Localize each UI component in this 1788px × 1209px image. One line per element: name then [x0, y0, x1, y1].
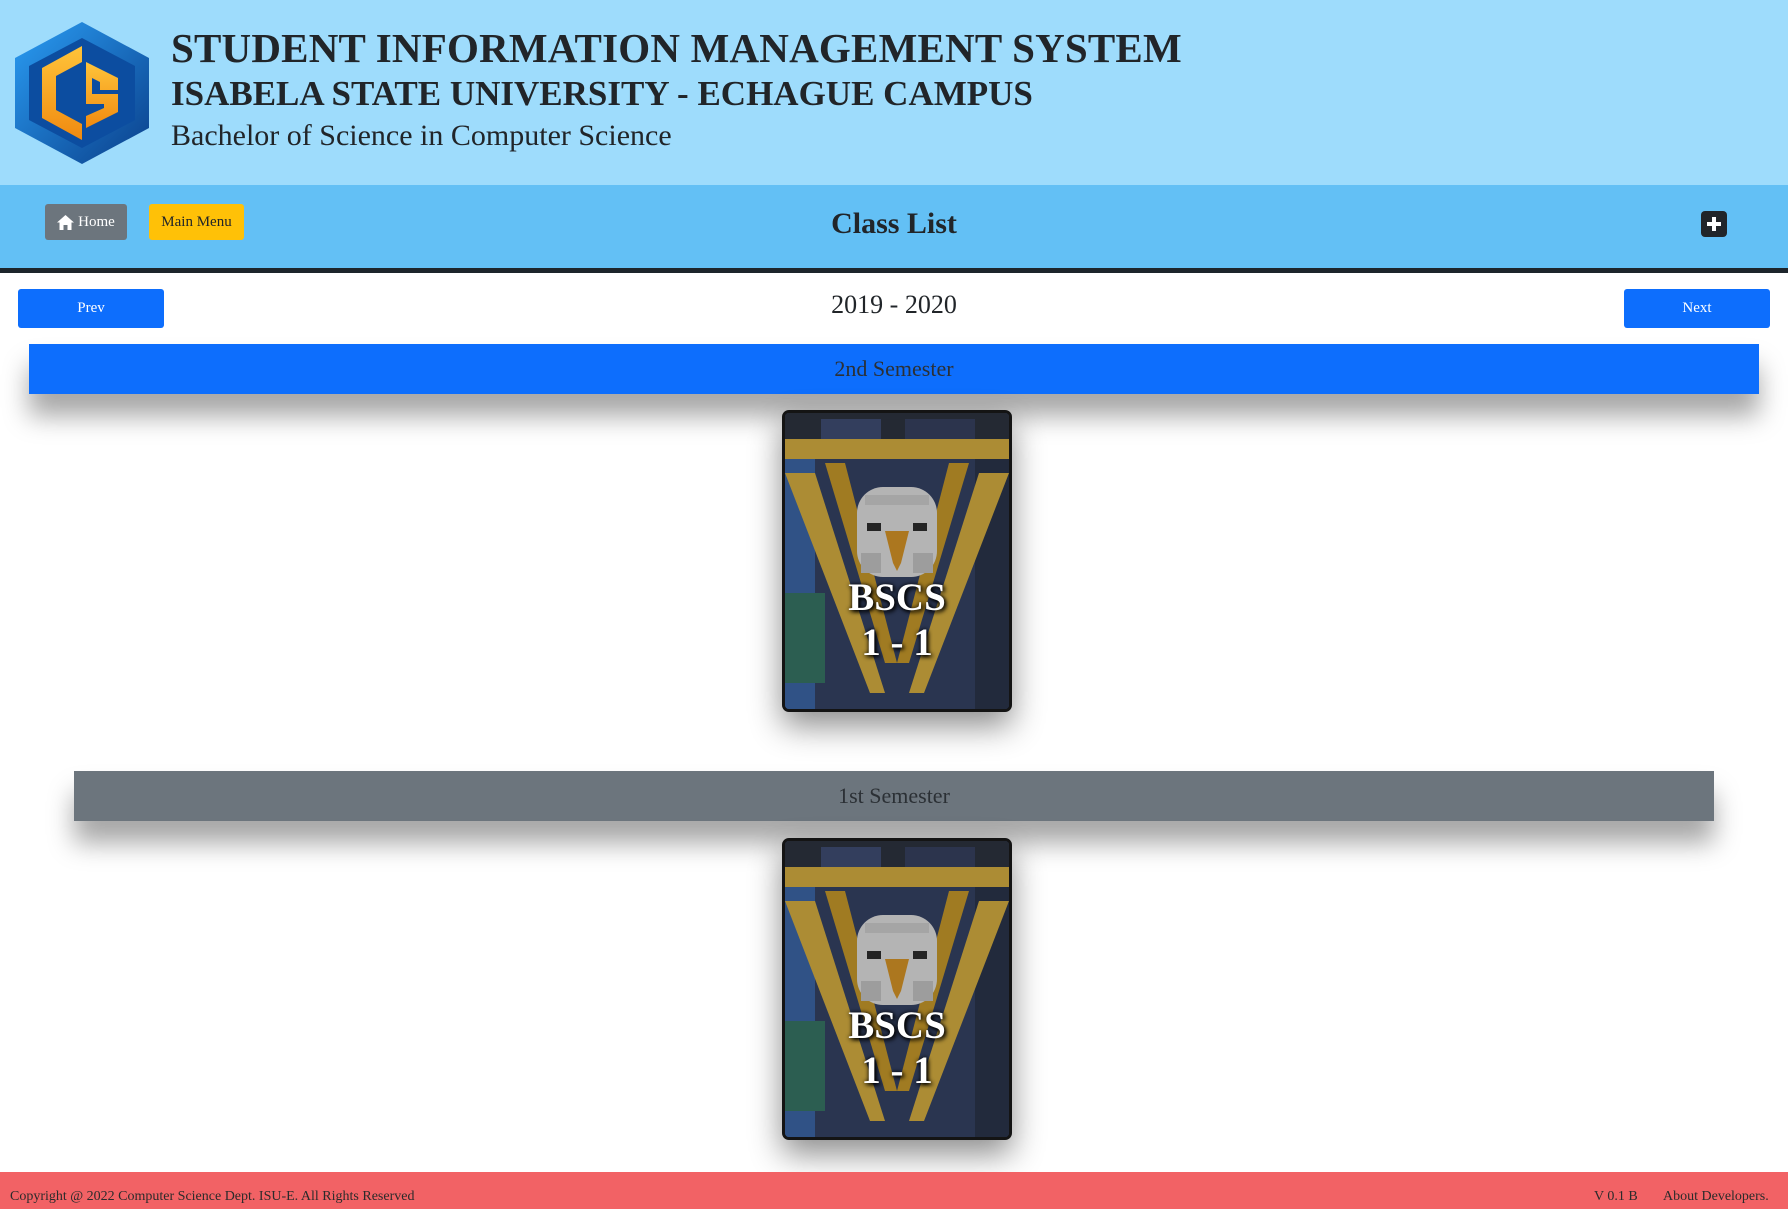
about-developers-link[interactable]: About Developers.: [1663, 1189, 1769, 1205]
class-course: BSCS: [848, 576, 946, 619]
class-course: BSCS: [848, 1004, 946, 1047]
semester-header-1st[interactable]: 1st Semester: [74, 771, 1714, 821]
system-title: STUDENT INFORMATION MANAGEMENT SYSTEM: [171, 25, 1182, 71]
class-card[interactable]: BSCS 1 - 1: [782, 410, 1012, 712]
site-header: STUDENT INFORMATION MANAGEMENT SYSTEM IS…: [0, 0, 1788, 185]
page-title: Class List: [831, 207, 957, 240]
navbar: Home Main Menu Class List: [0, 185, 1788, 273]
next-year-button[interactable]: Next: [1624, 289, 1770, 328]
school-year: 2019 - 2020: [831, 290, 957, 319]
class-card[interactable]: BSCS 1 - 1: [782, 838, 1012, 1140]
class-card-label: BSCS 1 - 1: [785, 575, 1009, 665]
university-name: ISABELA STATE UNIVERSITY - ECHAGUE CAMPU…: [171, 74, 1033, 113]
semester-header-2nd[interactable]: 2nd Semester: [29, 344, 1759, 394]
version-text: V 0.1 B: [1594, 1189, 1638, 1204]
program-name: Bachelor of Science in Computer Science: [171, 119, 672, 152]
footer: Copyright @ 2022 Computer Science Dept. …: [0, 1172, 1788, 1209]
add-class-icon[interactable]: [1701, 211, 1727, 237]
cs-logo-icon: [15, 22, 149, 164]
class-section: 1 - 1: [861, 621, 933, 664]
class-card-label: BSCS 1 - 1: [785, 1003, 1009, 1093]
copyright-text: Copyright @ 2022 Computer Science Dept. …: [10, 1189, 415, 1204]
class-section: 1 - 1: [861, 1049, 933, 1092]
